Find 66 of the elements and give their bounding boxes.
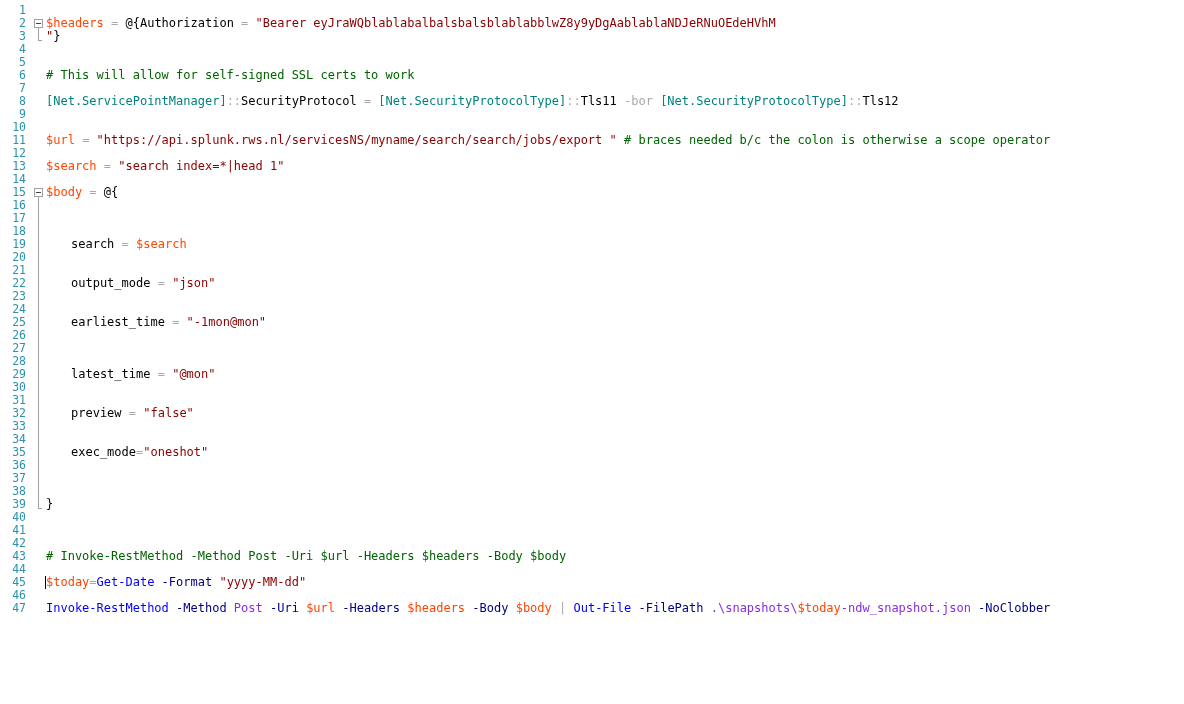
line-number: 11 (11, 134, 26, 147)
code-line: # This will allow for self-signed SSL certs to work (45, 69, 415, 82)
line-number: 22 (11, 277, 26, 290)
line-number: 32 (11, 407, 26, 420)
line-number: 29 (11, 368, 26, 381)
line-number: 1 (18, 4, 26, 17)
line-number: 23 (11, 290, 26, 303)
line-number: 17 (11, 212, 26, 225)
code-line: # Invoke-RestMethod -Method Post -Uri $url -Headers $headers -Body $body (45, 550, 567, 563)
code-line: } (45, 498, 54, 511)
code-line: $url = "https://api.splunk.rws.nl/servicesNS/myname/search/search/jobs/export " # braces needed b/c the colon is otherwise a scope operator (45, 134, 1051, 147)
line-number: 39 (11, 498, 26, 511)
line-number: 27 (11, 342, 26, 355)
line-number: 41 (11, 524, 26, 537)
code-line: $body = @{ (45, 186, 119, 199)
code-line: latest_time = "@mon" (70, 368, 216, 381)
code-line: $today=Get-Date -Format "yyyy-MM-dd" (44, 576, 307, 589)
line-number: 43 (11, 550, 26, 563)
line-number: 16 (11, 199, 26, 212)
line-number: 2 (18, 17, 26, 30)
line-number: 10 (11, 121, 26, 134)
code-line: output_mode = "json" (70, 277, 216, 290)
line-number: 26 (11, 329, 26, 342)
line-number: 9 (18, 108, 26, 121)
line-number: 5 (18, 56, 26, 69)
code-line: search = $search (70, 238, 187, 251)
code-line: exec_mode="oneshot" (70, 446, 209, 459)
line-number: 3 (18, 30, 26, 43)
line-number: 8 (18, 95, 26, 108)
line-number: 19 (11, 238, 26, 251)
line-number: 28 (11, 355, 26, 368)
code-line: "} (45, 30, 61, 43)
line-number: 6 (18, 69, 26, 82)
line-number: 40 (11, 511, 26, 524)
line-number: 36 (11, 459, 26, 472)
code-line: earliest_time = "-1mon@mon" (70, 316, 267, 329)
line-number: 37 (11, 472, 26, 485)
line-number: 45 (11, 576, 26, 589)
line-number: 21 (11, 264, 26, 277)
line-number: 34 (11, 433, 26, 446)
collapse-icon[interactable] (34, 19, 43, 28)
line-number: 33 (11, 420, 26, 433)
line-number: 46 (11, 589, 26, 602)
line-number: 20 (11, 251, 26, 264)
line-number: 24 (11, 303, 26, 316)
code-line: preview = "false" (70, 407, 194, 420)
line-number: 31 (11, 394, 26, 407)
line-number: 25 (11, 316, 26, 329)
line-number: 44 (11, 563, 26, 576)
line-number: 42 (11, 537, 26, 550)
line-number: 38 (11, 485, 26, 498)
code-line: [Net.ServicePointManager]::SecurityProtocol = [Net.SecurityProtocolType]::Tls11 -bor [Net.SecurityProtocolType]::Tls12 (45, 95, 899, 108)
line-number: 35 (11, 446, 26, 459)
line-number: 12 (11, 147, 26, 160)
line-number: 13 (11, 160, 26, 173)
line-number: 15 (11, 186, 26, 199)
line-number: 18 (11, 225, 26, 238)
code-line: $headers = @{Authorization = "Bearer eyJraWQblablabalbalsbalsblablabblwZ8y9yDgAablablaNDJeRNuOEdeHVhM (45, 17, 776, 30)
code-line: Invoke-RestMethod -Method Post -Uri $url -Headers $headers -Body $body | Out-File -FilePath .\snapshots\$today-ndw_snapshot.json -NoClobber (45, 602, 1051, 615)
line-number: 30 (11, 381, 26, 394)
collapse-icon[interactable] (34, 188, 43, 197)
line-number: 14 (11, 173, 26, 186)
line-number: 4 (18, 43, 26, 56)
line-number: 7 (18, 82, 26, 95)
code-line: $search = "search index=*|head 1" (45, 160, 285, 173)
line-number: 47 (11, 602, 26, 615)
